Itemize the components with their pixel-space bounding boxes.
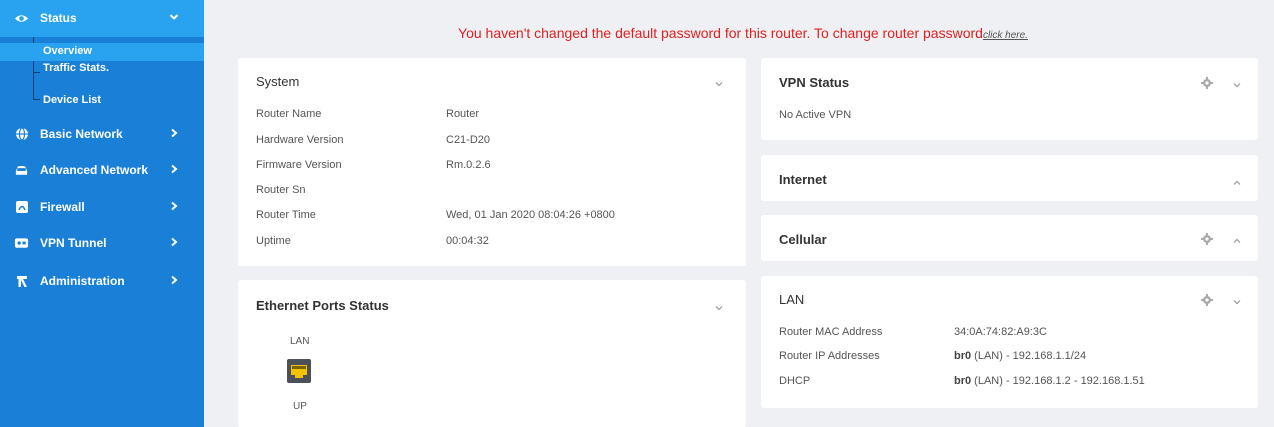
chevron-right-icon [170,236,178,250]
sidebar-item-status[interactable]: Status [0,0,204,37]
chevron-right-icon [170,200,178,214]
vpn-status-card: VPN Status No Active VPN [761,58,1258,140]
eye-icon [14,11,29,26]
chevron-up-icon[interactable] [1232,175,1242,185]
internet-card: Internet [761,155,1258,201]
card-title: Cellular [779,232,827,247]
gear-icon[interactable] [1201,76,1213,89]
row-value: Rm.0.2.6 [446,159,491,171]
sidebar-item-advanced-network[interactable]: Advanced Network [0,152,204,188]
chevron-down-icon[interactable] [714,76,724,87]
sidebar-sub-label: Traffic Stats. [43,62,110,74]
cellular-card: Cellular [761,215,1258,261]
globe-icon [14,127,29,142]
chevron-down-icon[interactable] [1232,294,1242,305]
row-value: C21-D20 [446,134,491,146]
sidebar-item-basic-network[interactable]: Basic Network [0,116,204,152]
sidebar-item-label: Administration [40,274,125,288]
card-title: Ethernet Ports Status [256,298,389,313]
port-label: LAN [290,336,310,347]
card-title: VPN Status [779,75,850,90]
change-password-link[interactable]: click here. [983,30,1028,41]
row-key: Router IP Addresses [779,350,880,362]
vpn-icon [14,236,29,251]
card-title: LAN [779,292,805,307]
car-icon [14,163,29,178]
row-key: Router Time [256,209,316,221]
port-state: UP [293,401,307,412]
interface-name: br0 [954,375,972,387]
row-key: Router MAC Address [779,326,883,338]
chevron-right-icon [170,127,178,141]
row-value-group: br0 (LAN) - 192.168.1.2 - 192.168.1.51 [954,375,1145,387]
vpn-status-text: No Active VPN [779,109,852,121]
sidebar-item-vpn-tunnel[interactable]: VPN Tunnel [0,225,204,261]
ethernet-port-icon[interactable] [287,359,311,383]
sidebar-sub-label: Device List [43,94,102,106]
sidebar: Status Overview Traffic Stats. Device Li… [0,0,204,427]
row-key: Hardware Version [256,134,344,146]
row-key: Uptime [256,235,291,247]
row-value: 34:0A:74:82:A9:3C [954,326,1047,338]
row-key: DHCP [779,375,811,387]
ethernet-ports-card: Ethernet Ports Status LAN UP [238,280,746,427]
chevron-right-icon [170,274,178,288]
firewall-icon [14,200,29,215]
sidebar-item-label: Advanced Network [40,163,149,177]
chevron-down-icon[interactable] [714,300,724,311]
sidebar-item-label: VPN Tunnel [40,236,107,250]
sidebar-sub-device-list[interactable]: Device List [0,93,204,111]
admin-icon [14,274,29,289]
chevron-up-icon[interactable] [1232,233,1242,243]
row-value: 00:04:32 [446,235,489,247]
sidebar-item-firewall[interactable]: Firewall [0,189,204,225]
sidebar-sub-label: Overview [43,45,92,57]
chevron-down-icon [169,9,179,27]
default-password-warning: You haven't changed the default password… [228,25,1258,41]
interface-name: br0 [954,350,972,362]
row-key: Router Name [256,108,322,120]
chevron-right-icon [170,163,178,177]
chevron-down-icon[interactable] [1232,77,1242,88]
sidebar-item-administration[interactable]: Administration [0,263,204,299]
sidebar-item-label: Basic Network [40,127,123,141]
gear-icon[interactable] [1201,293,1213,306]
row-value-group: br0 (LAN) - 192.168.1.1/24 [954,350,1086,362]
sidebar-item-label: Status [40,11,77,25]
row-value: (LAN) - 192.168.1.2 - 192.168.1.51 [971,375,1145,387]
sidebar-sub-traffic-stats[interactable]: Traffic Stats. [0,62,204,80]
gear-icon[interactable] [1201,232,1213,245]
row-key: Router Sn [256,184,306,196]
row-value: (LAN) - 192.168.1.1/24 [971,350,1087,362]
sidebar-sub-overview[interactable]: Overview [0,43,204,61]
card-title: System [256,74,300,89]
row-value: Router [446,108,480,120]
row-value: Wed, 01 Jan 2020 08:04:26 +0800 [446,209,615,221]
row-key: Firmware Version [256,159,342,171]
sidebar-item-label: Firewall [40,200,85,214]
warning-text: You haven't changed the default password… [458,25,983,41]
system-card: System Router Name Router Hardware Versi… [238,58,746,266]
card-title: Internet [779,172,827,187]
lan-card: LAN Router MAC Address 34:0A:74:82:A9:3C… [761,276,1258,408]
